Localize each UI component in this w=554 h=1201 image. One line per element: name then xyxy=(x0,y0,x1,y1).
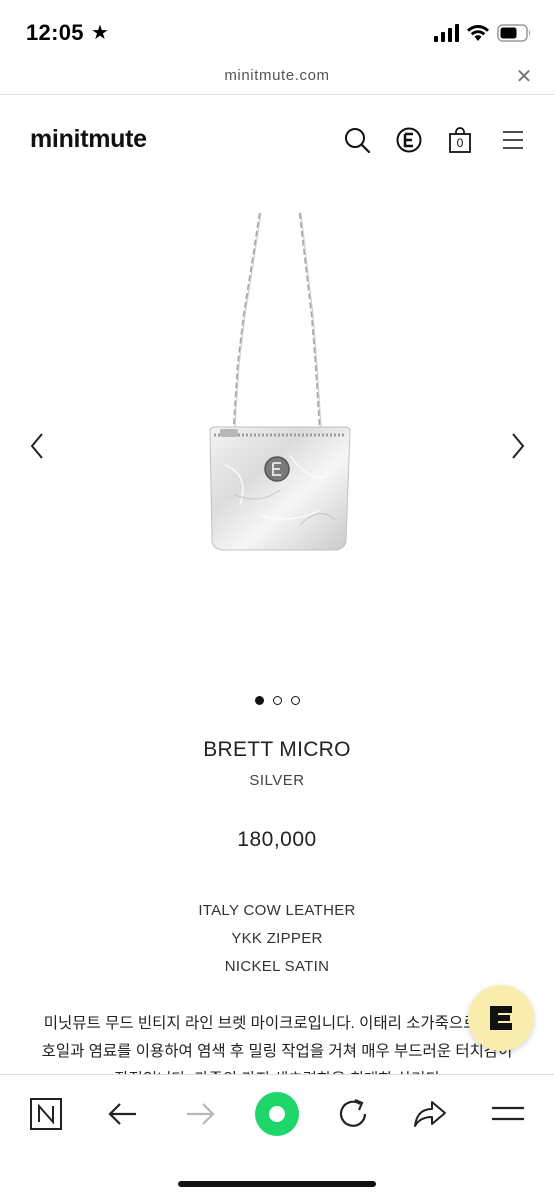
chevron-left-icon[interactable] xyxy=(24,428,52,464)
spec-item: ITALY COW LEATHER xyxy=(198,902,356,919)
cellular-signal-icon xyxy=(434,24,459,42)
wifi-icon xyxy=(467,25,489,41)
battery-icon xyxy=(497,24,531,42)
url-text[interactable]: minitmute.com xyxy=(0,67,554,84)
url-divider xyxy=(0,94,554,95)
product-name: BRETT MICRO xyxy=(203,738,351,761)
site-logo[interactable]: minitmute xyxy=(30,125,147,154)
cart-count: 0 xyxy=(456,136,464,150)
green-home-icon[interactable] xyxy=(255,1092,299,1136)
forward-arrow-icon[interactable] xyxy=(180,1094,220,1134)
hamburger-menu-icon[interactable] xyxy=(488,1094,528,1134)
status-bar: 12:05 ★ xyxy=(0,0,554,64)
floating-e-button[interactable] xyxy=(468,985,534,1051)
menu-icon[interactable] xyxy=(499,126,527,154)
refresh-icon[interactable] xyxy=(333,1094,373,1134)
product-color: SILVER xyxy=(249,772,305,789)
e-brand-icon[interactable] xyxy=(395,126,423,154)
spec-item: NICKEL SATIN xyxy=(224,958,330,975)
star-icon: ★ xyxy=(91,22,109,44)
status-time: 12:05 xyxy=(26,20,84,45)
shopping-bag-button[interactable]: 0 xyxy=(446,126,474,154)
share-icon[interactable] xyxy=(410,1094,450,1134)
naver-icon[interactable] xyxy=(26,1094,66,1134)
slide-dot-2[interactable] xyxy=(273,696,282,705)
back-arrow-icon[interactable] xyxy=(103,1094,143,1134)
home-dot xyxy=(269,1106,285,1122)
close-icon[interactable]: ✕ xyxy=(512,64,536,89)
product-image[interactable] xyxy=(140,205,414,585)
slide-dot-1[interactable] xyxy=(255,696,264,705)
spec-item: YKK ZIPPER xyxy=(231,930,323,947)
slide-dot-3[interactable] xyxy=(291,696,300,705)
chevron-right-icon[interactable] xyxy=(503,428,531,464)
search-icon[interactable] xyxy=(343,126,371,154)
e-brand-icon xyxy=(490,1006,512,1030)
home-indicator xyxy=(178,1181,376,1187)
product-price: 180,000 xyxy=(237,828,317,851)
